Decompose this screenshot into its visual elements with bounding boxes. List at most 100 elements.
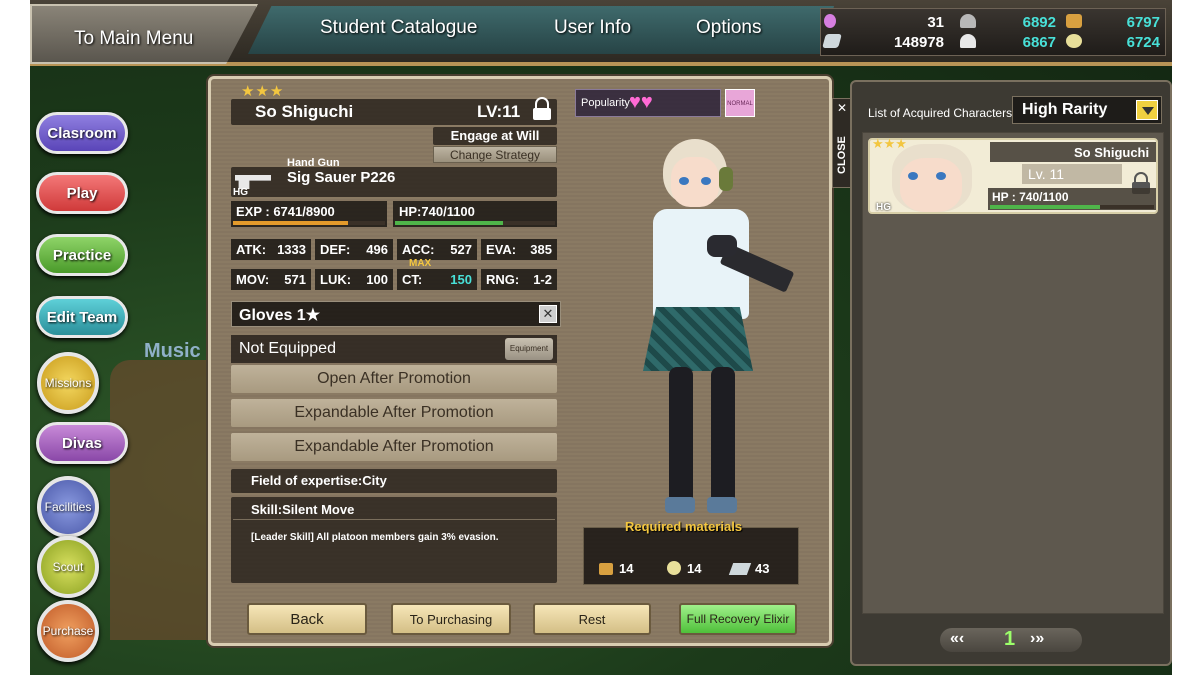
current-page: 1	[1004, 628, 1016, 650]
resource-value: 6724	[1126, 34, 1160, 51]
leader-skill-text: [Leader Skill] All platoon members gain …	[251, 532, 499, 543]
resource-helmet-icon	[960, 14, 976, 28]
stat-label: ACC:	[402, 242, 435, 257]
nav-practice-button[interactable]: Practice	[36, 234, 128, 276]
glove	[707, 235, 737, 257]
materials-box	[583, 527, 799, 585]
resource-value: 6867	[1022, 34, 1056, 51]
slot-open-after-promotion: Open After Promotion	[231, 365, 557, 393]
stat-mov: MOV: 571	[231, 269, 311, 290]
nav-purchase-button[interactable]: Purchase	[37, 600, 99, 662]
rarity-filter-value: High Rarity	[1022, 101, 1108, 118]
change-strategy-button[interactable]: Change Strategy	[433, 146, 557, 163]
stat-value: 496	[366, 242, 388, 257]
equipment-button[interactable]: Equipment	[505, 338, 553, 360]
ct-max-label: MAX	[409, 258, 432, 269]
engage-mode: Engage at Will	[433, 127, 557, 145]
ammo-icon	[599, 563, 613, 575]
rest-button[interactable]: Rest	[533, 603, 651, 635]
hp-bar-fill	[395, 221, 503, 225]
stat-ct: CT: 150	[397, 269, 477, 290]
resource-value: 148978	[893, 34, 944, 51]
close-panel-button[interactable]: ✕ CLOSE	[832, 98, 852, 188]
card-character-name: So Shiguchi	[1074, 145, 1150, 160]
exp-bar-fill	[233, 221, 349, 225]
stat-value: 385	[530, 242, 552, 257]
acquired-list-title: List of Acquired Characters	[868, 106, 1013, 120]
character-detail-panel: ★★★ So Shiguchi LV:11 Engage at Will Cha…	[208, 76, 832, 646]
weapon-type: Hand Gun	[287, 157, 340, 169]
main-menu-button[interactable]: To Main Menu	[30, 4, 258, 64]
eye	[701, 177, 711, 185]
parts-icon	[667, 561, 681, 575]
close-label: CLOSE	[836, 136, 848, 174]
to-purchasing-button[interactable]: To Purchasing	[391, 603, 511, 635]
nav-missions-button[interactable]: Missions	[37, 352, 99, 414]
leg	[669, 367, 693, 507]
slot-expandable-1: Expandable After Promotion	[231, 399, 557, 427]
weapon-badge: HG	[233, 187, 248, 198]
nav-classroom-button[interactable]: Clasroom	[36, 112, 128, 154]
card-eye	[908, 172, 918, 180]
close-x-icon: ✕	[837, 101, 848, 115]
character-name: So Shiguchi	[255, 102, 354, 121]
equipment-item-name: Gloves 1★	[239, 307, 321, 324]
chevron-down-icon[interactable]	[1136, 100, 1158, 120]
resource-ammo-icon	[1066, 14, 1082, 28]
card-hp-text: HP : 740/1100	[992, 190, 1069, 204]
popularity-hearts-icon: ♥♥	[629, 91, 653, 113]
resource-person-icon	[824, 14, 836, 28]
equip-status-text: Not Equipped	[239, 340, 336, 357]
nav-edit-team-button[interactable]: Edit Team	[36, 296, 128, 338]
first-page-icon[interactable]: «‹	[950, 630, 964, 648]
character-level: LV:11	[477, 102, 521, 121]
stat-eva: EVA: 385	[481, 239, 557, 260]
stat-value: 150	[450, 272, 472, 287]
stat-value: 527	[450, 242, 472, 257]
stat-label: RNG:	[486, 272, 520, 287]
character-portrait	[603, 139, 795, 519]
stat-value: 1333	[277, 242, 306, 257]
chevron-down-icon	[1142, 107, 1154, 115]
stat-def: DEF: 496	[315, 239, 393, 260]
material-count: 43	[755, 561, 770, 576]
card-stars: ★★★	[872, 136, 907, 151]
stat-value: 571	[284, 272, 306, 287]
stat-acc: ACC: 527	[397, 239, 477, 260]
stat-label: DEF:	[320, 242, 351, 257]
exp-text: EXP : 6741/8900	[236, 204, 335, 219]
nav-divas-button[interactable]: Divas	[36, 422, 128, 464]
field-of-expertise: Field of expertise:City	[231, 469, 557, 493]
nav-play-button[interactable]: Play	[36, 172, 128, 214]
hp-text: HP:740/1100	[399, 204, 475, 219]
material-count: 14	[619, 561, 634, 576]
rarity-stars: ★★★	[241, 83, 285, 100]
stat-label: EVA:	[486, 242, 517, 257]
lock-icon-body	[533, 108, 551, 120]
eye	[679, 177, 689, 185]
resource-parts-icon	[1066, 34, 1082, 48]
last-page-icon[interactable]: ›»	[1030, 630, 1044, 648]
card-portrait-face	[900, 158, 962, 212]
nav-facilities-button[interactable]: Facilities	[37, 476, 99, 538]
back-button[interactable]: Back	[247, 603, 367, 635]
full-recovery-elixir-button[interactable]: Full Recovery Elixir	[679, 603, 797, 635]
skill-name: Skill:Silent Move	[251, 502, 355, 517]
unequip-close-icon[interactable]: ✕	[539, 305, 557, 323]
game-screen: To Main Menu Student Catalogue User Info…	[30, 0, 1172, 675]
card-weapon-badge: HG	[876, 202, 891, 213]
resource-value: 6797	[1126, 14, 1160, 31]
stat-label: LUK:	[320, 272, 352, 287]
background-music-sign: Music	[144, 340, 201, 362]
tab-student-catalogue[interactable]: Student Catalogue	[320, 17, 477, 39]
normal-badge: NORMAL	[725, 89, 755, 117]
tab-user-info[interactable]: User Info	[554, 17, 631, 39]
nav-scout-button[interactable]: Scout	[37, 536, 99, 598]
stat-atk: ATK: 1333	[231, 239, 311, 260]
stat-label: CT:	[402, 272, 423, 287]
headset	[719, 167, 733, 191]
slot-expandable-2: Expandable After Promotion	[231, 433, 557, 461]
shoe	[707, 497, 737, 513]
weapon-name: Sig Sauer P226	[287, 169, 396, 186]
tab-options[interactable]: Options	[696, 17, 761, 39]
